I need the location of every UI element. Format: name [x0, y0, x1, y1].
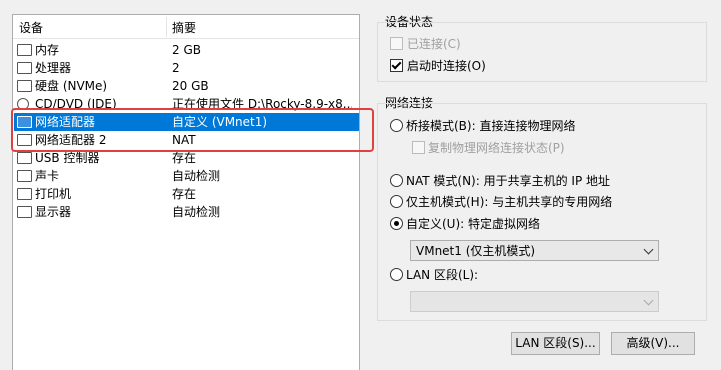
- host-only-label: 仅主机模式(H): 与主机共享的专用网络: [406, 195, 613, 209]
- usb-icon: [17, 152, 32, 164]
- device-name: 网络适配器 2: [35, 133, 107, 147]
- connect-at-power-on-checkbox[interactable]: [390, 59, 403, 72]
- network-adapter-icon: [17, 116, 32, 128]
- chevron-down-icon: [643, 295, 654, 306]
- device-name: USB 控制器: [35, 151, 100, 165]
- device-name: 网络适配器: [35, 115, 96, 129]
- device-name: 硬盘 (NVMe): [35, 79, 108, 93]
- replicate-state-label: 复制物理网络连接状态(P): [428, 141, 565, 155]
- device-row-network-adapter-2[interactable]: 网络适配器 2 NAT: [14, 131, 359, 149]
- processor-icon: [17, 62, 32, 74]
- lan-segment-radio[interactable]: [390, 268, 403, 281]
- network-connection-group: [377, 103, 707, 321]
- nat-label: NAT 模式(N): 用于共享主机的 IP 地址: [406, 174, 611, 188]
- column-header-summary[interactable]: 摘要: [172, 21, 196, 35]
- nat-radio[interactable]: [390, 174, 403, 187]
- device-summary: 存在: [172, 187, 197, 201]
- device-summary: 自动检测: [172, 169, 221, 183]
- list-header: 设备 摘要: [13, 15, 359, 39]
- device-name: CD/DVD (IDE): [35, 97, 117, 111]
- device-list: 设备 摘要 内存 2 GB 处理器 2 硬盘 (NVMe) 20 GB CD/D…: [12, 14, 360, 370]
- checkmark-icon: [391, 59, 402, 70]
- cd-dvd-icon: [17, 98, 29, 110]
- lan-segments-button[interactable]: LAN 区段(S)...: [511, 332, 600, 355]
- device-row-display[interactable]: 显示器 自动检测: [14, 203, 359, 221]
- device-status-group: [377, 22, 707, 82]
- lan-segment-label: LAN 区段(L):: [406, 268, 479, 282]
- chevron-down-icon: [643, 244, 654, 255]
- connected-label: 已连接(C): [407, 37, 461, 51]
- device-summary: 自定义 (VMnet1): [172, 115, 268, 129]
- custom-label: 自定义(U): 特定虚拟网络: [406, 217, 541, 231]
- monitor-icon: [17, 206, 32, 218]
- device-name: 处理器: [35, 61, 72, 75]
- device-summary: 存在: [172, 151, 197, 165]
- network-adapter-icon: [17, 134, 32, 146]
- device-row-sound-card[interactable]: 声卡 自动检测: [14, 167, 359, 185]
- column-header-device[interactable]: 设备: [19, 21, 43, 35]
- device-row-processor[interactable]: 处理器 2: [14, 59, 359, 77]
- bridged-label: 桥接模式(B): 直接连接物理网络: [406, 119, 576, 133]
- radio-selected-dot: [394, 221, 399, 226]
- speaker-icon: [17, 170, 32, 182]
- printer-icon: [17, 188, 32, 200]
- host-only-radio[interactable]: [390, 195, 403, 208]
- memory-icon: [17, 44, 32, 56]
- device-name: 显示器: [35, 205, 72, 219]
- lan-segment-dropdown[interactable]: [410, 291, 659, 312]
- hard-disk-icon: [17, 80, 32, 92]
- advanced-button[interactable]: 高级(V)...: [611, 332, 695, 355]
- connect-at-power-on-label: 启动时连接(O): [407, 59, 486, 73]
- device-name: 内存: [35, 43, 60, 57]
- device-row-memory[interactable]: 内存 2 GB: [14, 41, 359, 59]
- device-summary: 正在使用文件 D:\Rocky-8.9-x8...: [172, 97, 352, 111]
- device-name: 打印机: [35, 187, 72, 201]
- custom-radio[interactable]: [390, 217, 403, 230]
- column-divider: [166, 17, 167, 37]
- device-row-network-adapter[interactable]: 网络适配器 自定义 (VMnet1): [14, 113, 359, 131]
- device-row-printer[interactable]: 打印机 存在: [14, 185, 359, 203]
- device-summary: 20 GB: [172, 79, 209, 93]
- device-summary: 2 GB: [172, 43, 201, 57]
- custom-network-dropdown[interactable]: VMnet1 (仅主机模式): [410, 240, 659, 261]
- device-summary: 2: [172, 61, 180, 75]
- connected-checkbox[interactable]: [390, 37, 403, 50]
- replicate-state-checkbox[interactable]: [412, 141, 425, 154]
- custom-network-value: VMnet1 (仅主机模式): [416, 244, 536, 258]
- device-summary: 自动检测: [172, 205, 221, 219]
- bridged-radio[interactable]: [390, 119, 403, 132]
- device-row-cd-dvd[interactable]: CD/DVD (IDE) 正在使用文件 D:\Rocky-8.9-x8...: [14, 95, 359, 113]
- device-summary: NAT: [172, 133, 196, 147]
- device-row-hard-disk[interactable]: 硬盘 (NVMe) 20 GB: [14, 77, 359, 95]
- device-name: 声卡: [35, 169, 60, 183]
- device-row-usb-controller[interactable]: USB 控制器 存在: [14, 149, 359, 167]
